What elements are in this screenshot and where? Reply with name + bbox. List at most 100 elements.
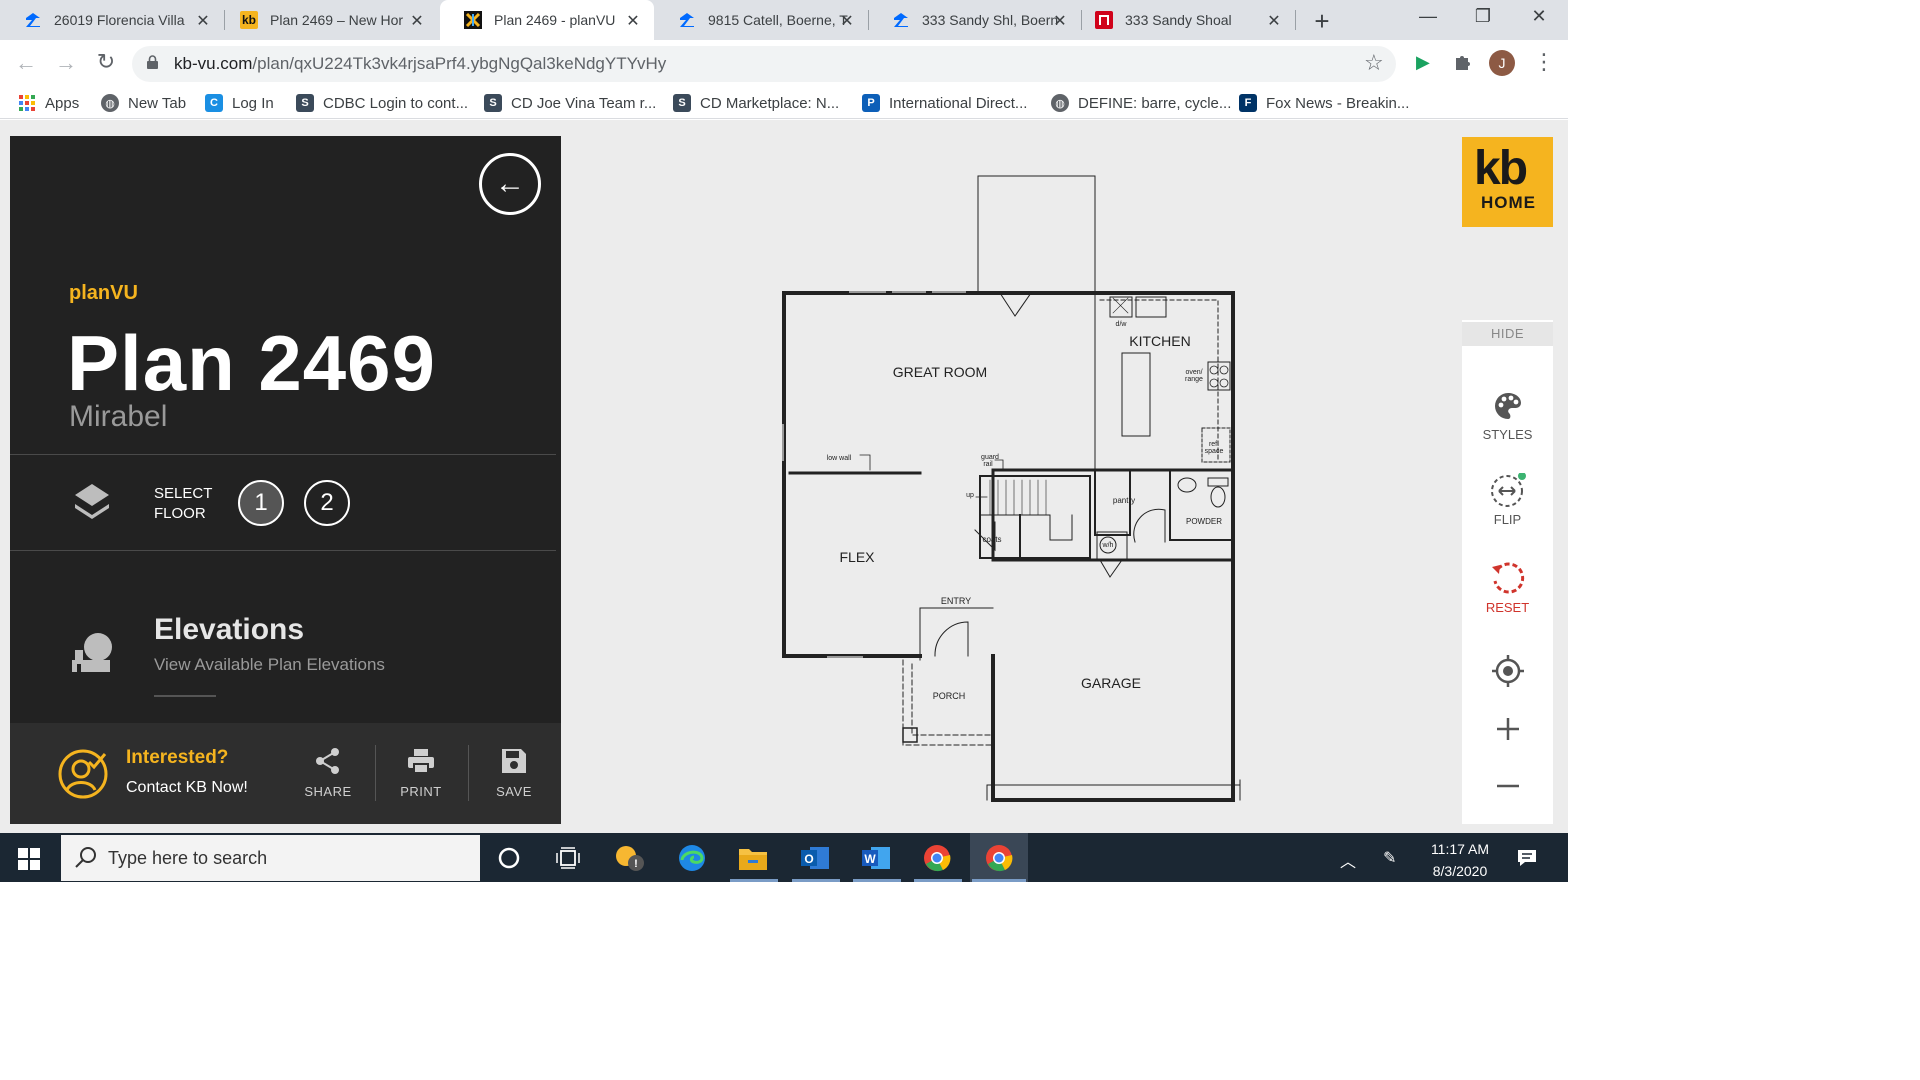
hide-button[interactable]: HIDE <box>1462 322 1553 346</box>
select-floor-label: SELECT FLOOR <box>154 485 213 522</box>
profile-avatar[interactable]: J <box>1489 50 1515 76</box>
contact-person-icon[interactable] <box>57 748 109 800</box>
plan-title: Plan 2469 <box>67 319 436 407</box>
running-indicator <box>914 879 962 882</box>
elevations-title[interactable]: Elevations <box>154 613 304 647</box>
bookmark-log-in[interactable]: C Log In <box>205 92 274 114</box>
plus-icon <box>1462 712 1553 746</box>
styles-button[interactable]: STYLES <box>1462 389 1553 442</box>
new-tab-button[interactable]: + <box>1308 6 1336 37</box>
zoom-in-button[interactable] <box>1462 712 1553 746</box>
flip-button[interactable]: FLIP <box>1462 473 1553 527</box>
elevations-subtitle[interactable]: View Available Plan Elevations <box>154 655 385 675</box>
chrome-icon[interactable] <box>983 842 1015 874</box>
bookmark-international-direct[interactable]: P International Direct... <box>862 92 1027 114</box>
outlook-icon[interactable]: O <box>799 842 831 874</box>
zoom-out-button[interactable] <box>1462 769 1553 803</box>
menu-kebab-icon[interactable]: ⋮ <box>1533 51 1555 73</box>
restore-button[interactable]: ❐ <box>1468 6 1498 27</box>
task-view-icon[interactable] <box>552 842 584 874</box>
reset-button[interactable]: RESET <box>1462 562 1553 615</box>
cdbc-favicon: S <box>296 94 314 112</box>
pen-ink-icon[interactable]: ✎ <box>1383 848 1396 868</box>
close-icon[interactable]: ✕ <box>408 11 426 31</box>
url-text[interactable]: kb-vu.com/plan/qxU224Tk3vk4rjsaPrf4.ybgN… <box>174 54 666 74</box>
close-icon[interactable]: ✕ <box>838 11 856 31</box>
label-low-wall: low wall <box>827 455 852 462</box>
bookmark-cd-joe-vina[interactable]: S CD Joe Vina Team r... <box>484 92 656 114</box>
word-icon[interactable]: W <box>860 842 892 874</box>
room-porch: PORCH <box>933 691 966 701</box>
label-space: space <box>1205 448 1224 455</box>
file-explorer-icon[interactable] <box>737 842 769 874</box>
crosshair-icon <box>1462 654 1553 688</box>
floppy-save-icon <box>484 746 544 776</box>
globe-icon: ◍ <box>1051 94 1069 112</box>
floor-1-button[interactable]: 1 <box>238 480 284 526</box>
svg-text:O: O <box>804 852 813 866</box>
label-coats: coats <box>982 535 1001 544</box>
room-powder: POWDER <box>1186 517 1222 526</box>
reload-icon[interactable]: ↻ <box>92 49 120 75</box>
system-clock[interactable]: 11:17 AM 8/3/2020 <box>1418 838 1502 882</box>
label-dishwasher: d/w <box>1116 321 1128 328</box>
floor-2-button[interactable]: 2 <box>304 480 350 526</box>
room-garage: GARAGE <box>1081 675 1141 691</box>
tab-florencia[interactable]: 26019 Florencia Villa ✕ <box>0 0 224 40</box>
tab-catell[interactable]: 9815 Catell, Boerne, T ✕ <box>654 0 868 40</box>
tab-sandy-shoal[interactable]: 333 Sandy Shoal ✕ <box>1081 0 1295 40</box>
zillow-z-icon <box>678 11 696 29</box>
center-locate-button[interactable] <box>1462 654 1553 688</box>
edge-browser-icon[interactable] <box>676 842 708 874</box>
bookmark-star-icon[interactable]: ☆ <box>1364 50 1384 76</box>
back-button[interactable]: ← <box>479 153 541 215</box>
bookmark-fox-news[interactable]: F Fox News - Breakin... <box>1239 92 1409 114</box>
palette-icon <box>1462 389 1553 423</box>
share-button[interactable]: SHARE <box>298 746 358 799</box>
tray-chevron-icon[interactable]: ︿ <box>1340 848 1356 872</box>
notifications-icon[interactable] <box>1517 848 1537 873</box>
play-extension-icon[interactable]: ▶ <box>1416 52 1430 73</box>
minimize-button[interactable]: — <box>1413 6 1443 27</box>
contact-kb-link[interactable]: Contact KB Now! <box>126 779 248 797</box>
search-placeholder[interactable]: Type here to search <box>108 848 267 869</box>
kb-home-logo[interactable]: kb HOME <box>1462 137 1553 227</box>
puzzle-extensions-icon[interactable] <box>1453 52 1473 77</box>
p-favicon: P <box>862 94 880 112</box>
elevation-house-icon[interactable] <box>72 630 114 674</box>
interested-title[interactable]: Interested? <box>126 747 228 769</box>
print-button[interactable]: PRINT <box>391 746 451 799</box>
close-icon[interactable]: ✕ <box>624 11 642 31</box>
red-favicon <box>1095 11 1113 29</box>
room-entry: ENTRY <box>941 596 971 606</box>
bookmark-apps[interactable]: Apps <box>18 92 79 114</box>
label-ref: ref. <box>1209 441 1219 448</box>
globe-icon: ◍ <box>101 94 119 112</box>
cortana-icon[interactable] <box>493 842 525 874</box>
running-indicator <box>853 879 901 882</box>
bookmark-new-tab[interactable]: ◍ New Tab <box>101 92 186 114</box>
tab-sandy-shl[interactable]: 333 Sandy Shl, Boern ✕ <box>868 0 1081 40</box>
zillow-z-icon <box>24 11 42 29</box>
close-window-button[interactable]: ✕ <box>1524 6 1554 27</box>
share-icon <box>298 746 358 776</box>
flip-arrows-icon <box>1462 473 1553 508</box>
tab-planvu[interactable]: Plan 2469 - planVU ✕ <box>440 0 654 40</box>
windows-start-icon[interactable] <box>18 848 40 870</box>
save-button[interactable]: SAVE <box>484 746 544 799</box>
forward-arrow-icon[interactable]: → <box>52 50 80 76</box>
back-arrow-icon[interactable]: ← <box>12 50 40 76</box>
close-icon[interactable]: ✕ <box>1265 11 1283 31</box>
bookmark-cdbc-login[interactable]: S CDBC Login to cont... <box>296 92 468 114</box>
bookmark-define[interactable]: ◍ DEFINE: barre, cycle... <box>1051 92 1231 114</box>
close-icon[interactable]: ✕ <box>194 11 212 31</box>
floor-plan[interactable]: GREAT ROOM KITCHEN FLEX GARAGE ENTRY POR… <box>760 160 1260 820</box>
close-icon[interactable]: ✕ <box>1051 11 1069 31</box>
weather-icon[interactable]: ! <box>614 842 646 874</box>
tab-kb-plan[interactable]: kb Plan 2469 – New Hor ✕ <box>214 0 438 40</box>
chrome-icon[interactable] <box>921 842 953 874</box>
label-range: range <box>1185 376 1203 383</box>
back-arrow-icon: ← <box>495 167 525 200</box>
bookmark-cd-marketplace[interactable]: S CD Marketplace: N... <box>673 92 839 114</box>
cdbc-favicon: S <box>673 94 691 112</box>
